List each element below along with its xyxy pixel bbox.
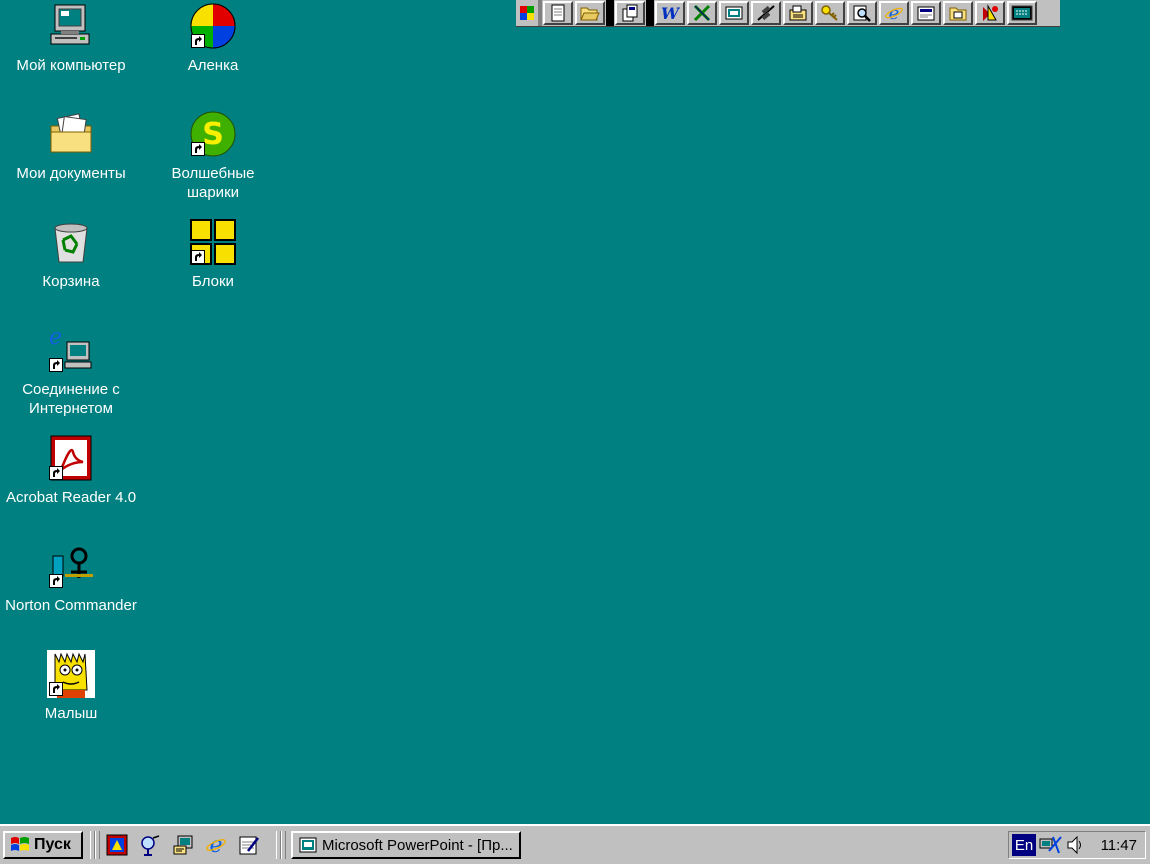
desktop-icon-label: Аленка bbox=[187, 57, 239, 74]
tray-connection[interactable] bbox=[1039, 835, 1063, 855]
toolbar-open-folder-button[interactable] bbox=[575, 1, 605, 25]
desktop-icon-label: Соединение с Интернетом bbox=[22, 381, 120, 417]
system-tray: En 11:47 bbox=[1008, 831, 1146, 859]
new-document-icon bbox=[551, 4, 565, 22]
desktop-icon-label: Блоки bbox=[192, 273, 234, 290]
word-icon: W bbox=[661, 4, 680, 22]
toolbar-satellite-button[interactable] bbox=[751, 1, 781, 25]
internet-explorer-icon: e bbox=[885, 4, 903, 22]
open-folder-icon bbox=[580, 7, 600, 21]
toolbar-internet-explorer-button[interactable]: e bbox=[879, 1, 909, 25]
toolbar-publisher-button[interactable] bbox=[911, 1, 941, 25]
desktop-icon-label: Acrobat Reader 4.0 bbox=[5, 489, 137, 506]
desktop-icon-recycle-bin[interactable]: Корзина bbox=[0, 218, 142, 291]
svg-text:W: W bbox=[661, 4, 680, 22]
desktop-icon-label: Корзина bbox=[42, 273, 100, 290]
desktop-ql-icon bbox=[173, 835, 193, 855]
quick-launch-powerpoint[interactable] bbox=[104, 833, 130, 857]
speaker-icon bbox=[1067, 835, 1081, 855]
toolbar-binder-button[interactable] bbox=[615, 1, 645, 25]
my-computer-icon bbox=[50, 4, 90, 45]
toolbar-separator bbox=[646, 0, 654, 26]
toolbar-excel-button[interactable] bbox=[687, 1, 717, 25]
my-documents-icon bbox=[50, 113, 92, 153]
office-logo-button[interactable] bbox=[517, 1, 537, 25]
keyboard-icon bbox=[1011, 5, 1033, 21]
excel-icon bbox=[693, 4, 711, 22]
desktop-icon-malysh[interactable]: Малыш bbox=[0, 650, 142, 723]
task-label: Microsoft PowerPoint - [Пр... bbox=[322, 836, 513, 854]
desktop: Мой компьютер Мои документы Корзина e Со… bbox=[0, 0, 1150, 824]
clock[interactable]: 11:47 bbox=[1101, 837, 1137, 854]
office-logo-icon bbox=[520, 6, 534, 20]
desktop-icon-internet-connection[interactable]: e Соединение с Интернетом bbox=[0, 326, 142, 418]
toolbar-word-button[interactable]: W bbox=[655, 1, 685, 25]
desktop-icon-magic-balls[interactable]: S Волшебные шарики bbox=[142, 110, 284, 202]
tray-volume[interactable] bbox=[1066, 835, 1084, 855]
quick-launch-outlook[interactable] bbox=[137, 833, 163, 857]
desktop-icon-label: Малыш bbox=[44, 705, 98, 722]
desktop-icon-acrobat-reader[interactable]: Acrobat Reader 4.0 bbox=[0, 434, 142, 507]
toolbar-separator bbox=[606, 0, 614, 26]
quick-launch-internet-explorer[interactable]: e bbox=[203, 833, 229, 857]
shortcut-arrow-icon bbox=[49, 682, 63, 696]
start-label: Пуск bbox=[34, 836, 71, 853]
toolbar-contacts-button[interactable] bbox=[783, 1, 813, 25]
powerpoint-icon bbox=[725, 6, 743, 20]
desktop-icon-my-computer[interactable]: Мой компьютер bbox=[0, 2, 142, 75]
find-icon bbox=[853, 5, 871, 22]
shortcut-arrow-icon bbox=[191, 142, 205, 156]
svg-text:e: e bbox=[209, 834, 222, 856]
publisher-icon bbox=[917, 6, 935, 21]
office-shortcut-bar: W e bbox=[516, 0, 1060, 27]
quick-launch-desktop[interactable] bbox=[170, 833, 196, 857]
key-icon bbox=[821, 5, 838, 21]
quick-launch-notepad[interactable] bbox=[236, 833, 262, 857]
notepad-ql-icon bbox=[239, 836, 259, 855]
shortcut-arrow-icon bbox=[191, 34, 205, 48]
recycle-bin-icon bbox=[54, 223, 88, 263]
binder-icon bbox=[622, 4, 638, 22]
toolbar-find-button[interactable] bbox=[847, 1, 877, 25]
svg-text:S: S bbox=[202, 117, 224, 152]
taskbar: Пуск e Microsoft PowerPoint - [Пр... En … bbox=[0, 824, 1150, 864]
toolbar-folder-button[interactable] bbox=[943, 1, 973, 25]
taskbar-button-powerpoint[interactable]: Microsoft PowerPoint - [Пр... bbox=[291, 831, 521, 859]
toolbar-powerpoint-button[interactable] bbox=[719, 1, 749, 25]
contacts-icon bbox=[789, 5, 807, 21]
desktop-icon-label: Мои документы bbox=[16, 165, 126, 182]
windows-logo-icon bbox=[11, 837, 29, 851]
shortcut-arrow-icon bbox=[49, 358, 63, 372]
shortcut-arrow-icon bbox=[49, 574, 63, 588]
desktop-icon-alenka[interactable]: Аленка bbox=[142, 2, 284, 75]
desktop-icon-my-documents[interactable]: Мои документы bbox=[0, 110, 142, 183]
svg-text:e: e bbox=[889, 4, 900, 22]
desktop-icon-norton-commander[interactable]: Norton Commander bbox=[0, 542, 142, 615]
toolbar-keyboard-button[interactable] bbox=[1007, 1, 1037, 25]
powerpoint-window-icon bbox=[299, 837, 317, 853]
toolbar-access-button[interactable] bbox=[975, 1, 1005, 25]
powerpoint-ql-icon bbox=[106, 834, 128, 856]
desktop-icon-label: Волшебные шарики bbox=[171, 165, 255, 201]
connection-icon bbox=[1039, 836, 1062, 854]
desktop-icon-label: Norton Commander bbox=[5, 597, 137, 614]
access-icon bbox=[983, 4, 998, 21]
ie-ql-icon: e bbox=[206, 834, 226, 856]
toolbar-new-document-button[interactable] bbox=[543, 1, 573, 25]
desktop-icon-label: Мой компьютер bbox=[16, 57, 126, 74]
shortcut-arrow-icon bbox=[49, 466, 63, 480]
taskbar-grip[interactable] bbox=[281, 831, 286, 859]
language-indicator[interactable]: En bbox=[1012, 834, 1036, 856]
start-button[interactable]: Пуск bbox=[3, 831, 83, 859]
outlook-ql-icon bbox=[141, 835, 160, 856]
desktop-icon-blocks[interactable]: Блоки bbox=[142, 218, 284, 291]
toolbar-separator bbox=[538, 0, 542, 26]
shortcut-arrow-icon bbox=[191, 250, 205, 264]
satellite-icon bbox=[757, 5, 775, 21]
taskbar-grip[interactable] bbox=[95, 831, 100, 859]
folder-icon bbox=[949, 7, 967, 21]
toolbar-key-button[interactable] bbox=[815, 1, 845, 25]
svg-text:e: e bbox=[49, 326, 62, 350]
